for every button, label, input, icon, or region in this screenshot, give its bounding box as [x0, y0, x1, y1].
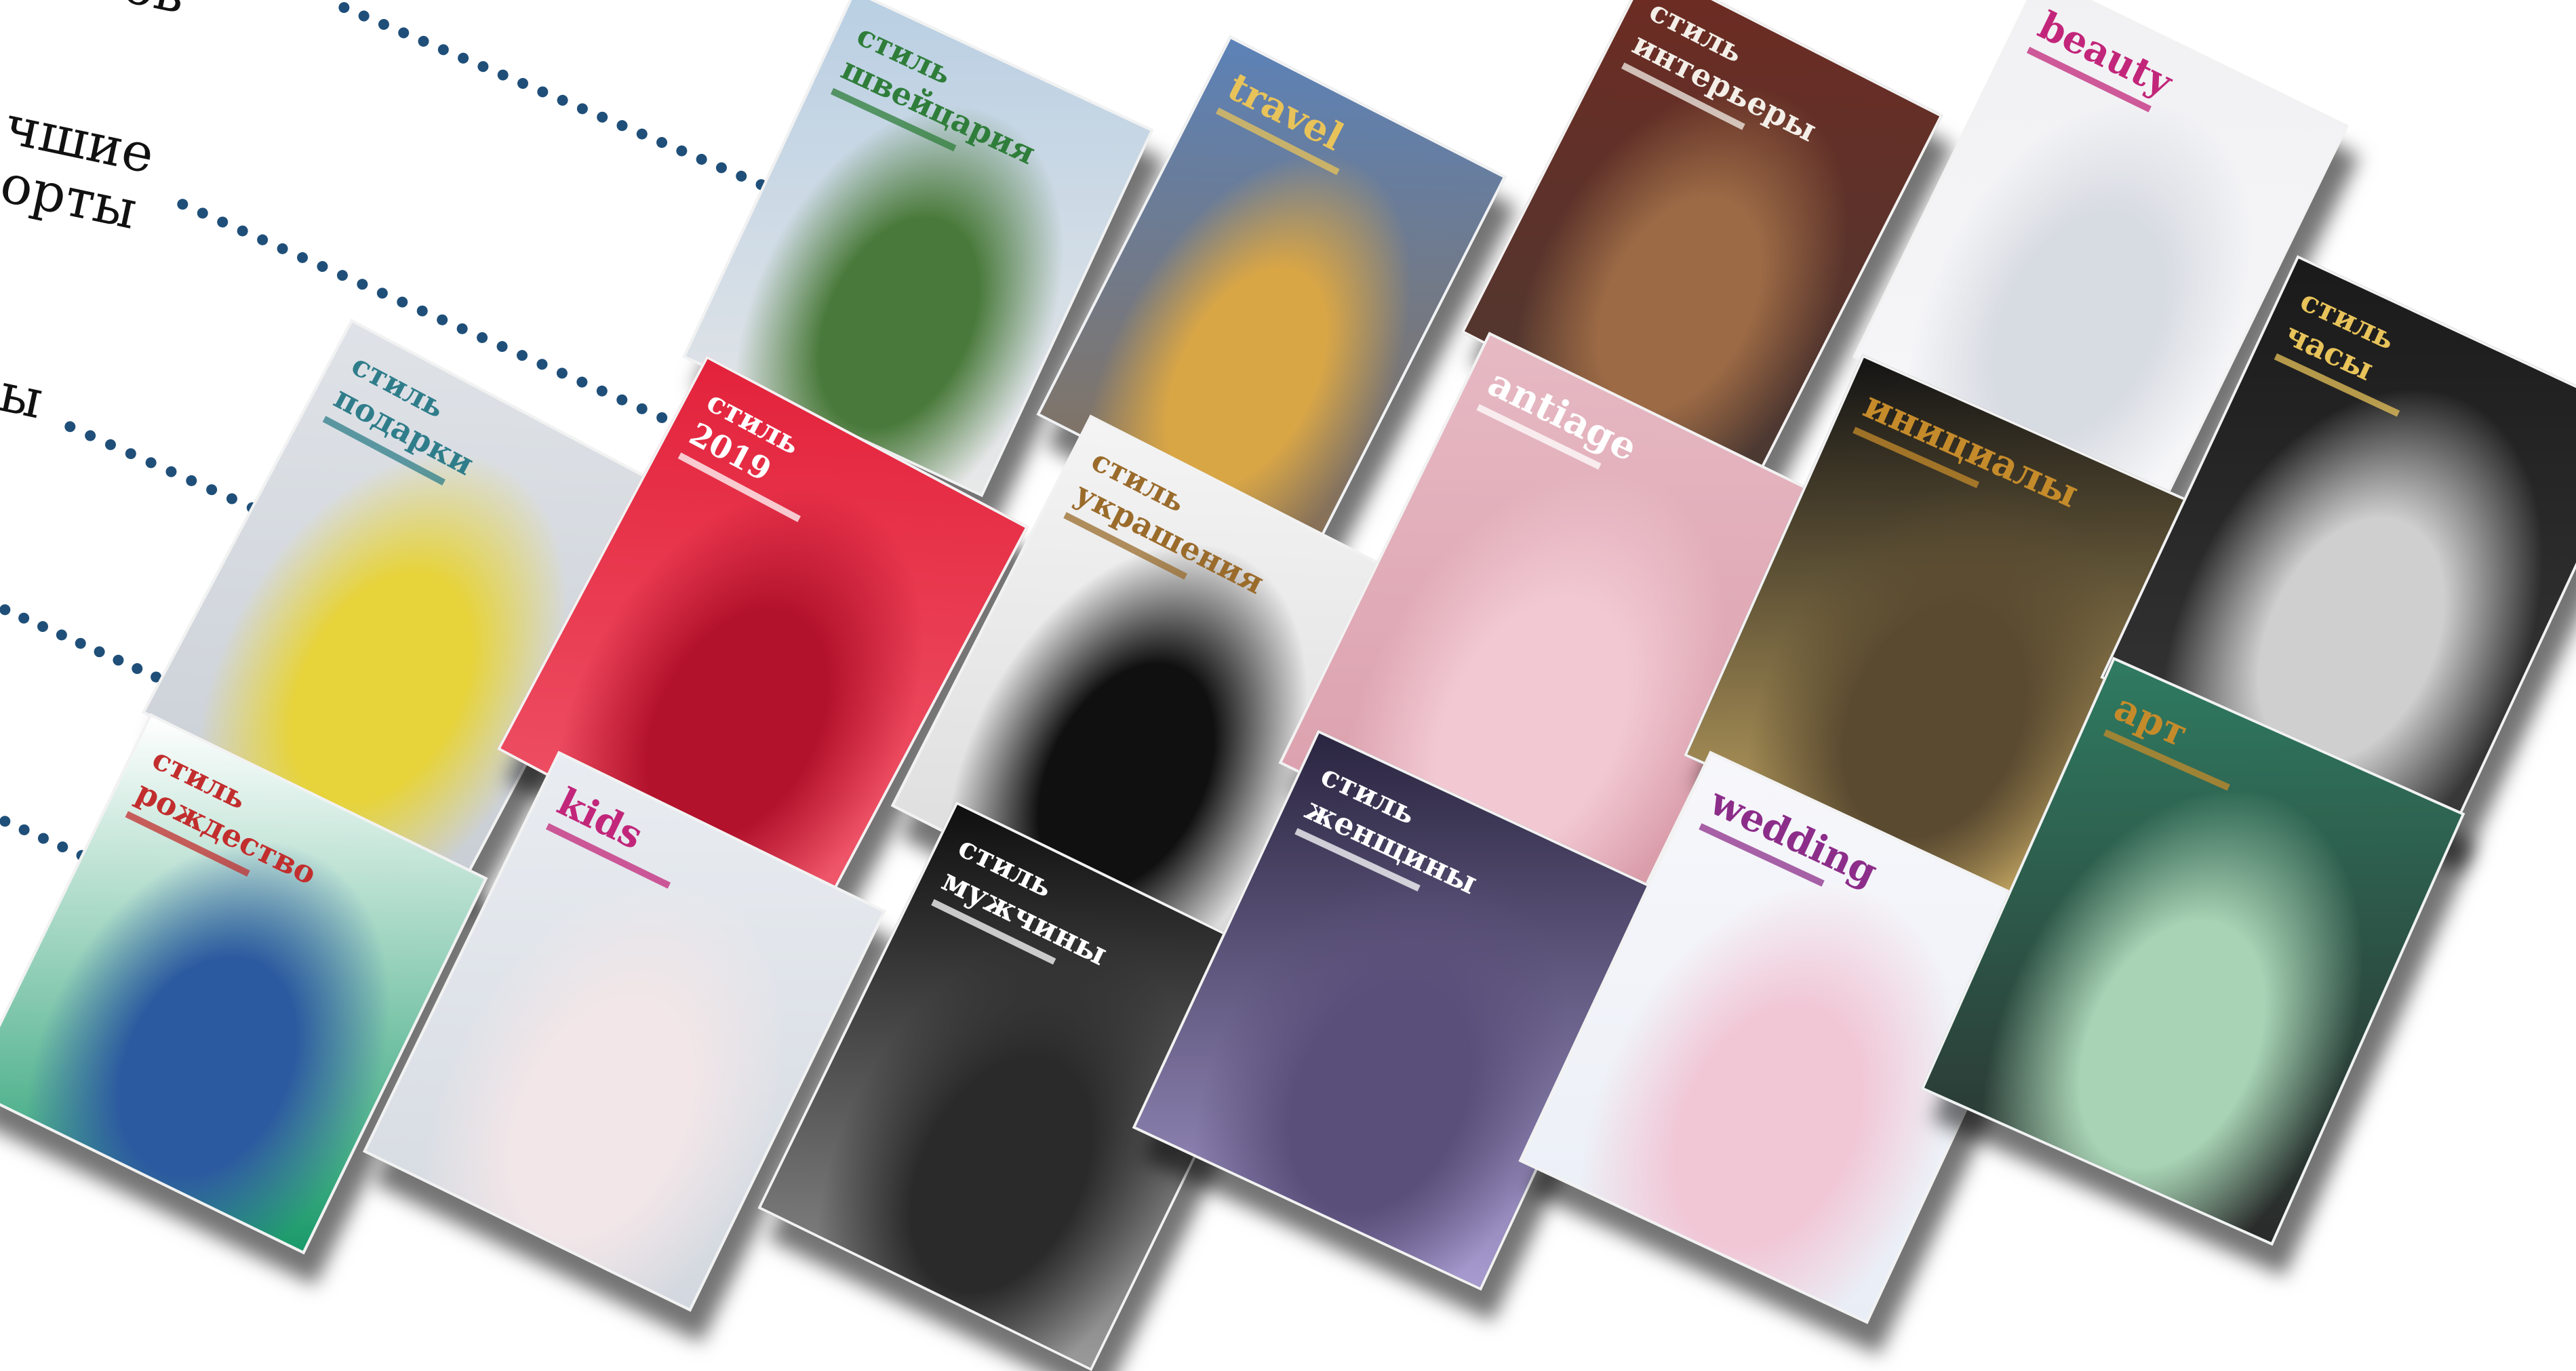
left-text-y: ы: [0, 362, 48, 431]
dotted-connector-1: [336, 0, 829, 218]
dotted-connector-5: [0, 814, 90, 863]
dotted-connector-4: [0, 602, 163, 685]
dotted-connector-3: [62, 419, 260, 515]
left-text-ov: ов: [118, 0, 191, 26]
